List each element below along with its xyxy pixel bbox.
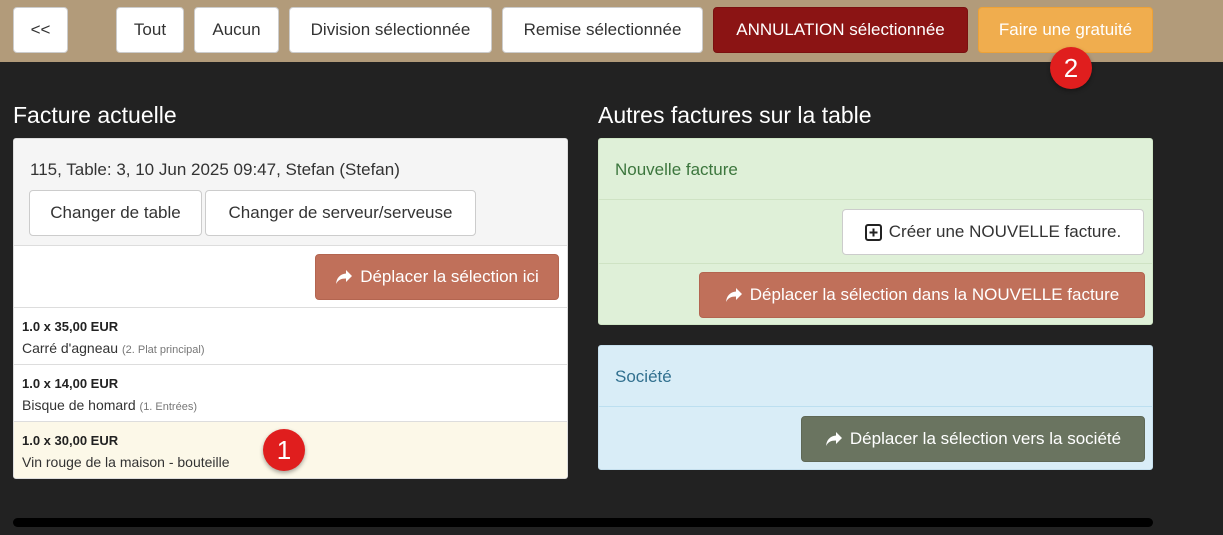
cancel-selected-button[interactable]: ANNULATION sélectionnée: [713, 7, 968, 53]
create-new-invoice-label: Créer une NOUVELLE facture.: [888, 222, 1122, 241]
select-none-button[interactable]: Aucun: [194, 7, 279, 53]
change-table-button[interactable]: Changer de table: [29, 190, 202, 236]
discount-selected-button[interactable]: Remise sélectionnée: [502, 7, 703, 53]
move-to-new-invoice-button[interactable]: Déplacer la sélection dans la NOUVELLE f…: [699, 272, 1145, 318]
move-to-company-button[interactable]: Déplacer la sélection vers la société: [801, 416, 1145, 462]
select-all-button[interactable]: Tout: [116, 7, 184, 53]
invoice-line-item[interactable]: 1.0 x 14,00 EUR Bisque de homard (1. Ent…: [14, 364, 567, 421]
item-name: Bisque de homard: [22, 397, 136, 413]
company-heading: Société: [615, 367, 672, 386]
other-invoices-title: Autres factures sur la table: [598, 102, 872, 128]
create-new-invoice-button[interactable]: Créer une NOUVELLE facture.: [842, 209, 1144, 255]
annotation-badge-2: 2: [1050, 47, 1092, 89]
split-selected-button[interactable]: Division sélectionnée: [289, 7, 492, 53]
share-arrow-icon: [725, 287, 743, 303]
new-invoice-panel: Nouvelle facture Créer une NOUVELLE fact…: [598, 138, 1153, 325]
back-button[interactable]: <<: [13, 7, 68, 53]
plus-square-icon: [864, 223, 882, 241]
move-selection-here-button[interactable]: Déplacer la sélection ici: [315, 254, 559, 300]
divider: [599, 263, 1152, 264]
action-toolbar: << Tout Aucun Division sélectionnée Remi…: [0, 0, 1223, 62]
company-header: Société: [599, 346, 1152, 407]
make-free-button[interactable]: Faire une gratuité: [978, 7, 1153, 53]
item-name: Carré d'agneau: [22, 340, 119, 356]
change-server-button[interactable]: Changer de serveur/serveuse: [205, 190, 476, 236]
horizontal-scrollbar[interactable]: [13, 518, 1153, 527]
current-invoice-title: Facture actuelle: [13, 102, 177, 128]
company-panel: Société Déplacer la sélection vers la so…: [598, 345, 1153, 470]
share-arrow-icon: [825, 431, 843, 447]
invoice-line-item[interactable]: 1.0 x 35,00 EUR Carré d'agneau (2. Plat …: [14, 307, 567, 364]
move-selection-here-label: Déplacer la sélection ici: [360, 267, 539, 286]
annotation-badge-1: 1: [263, 429, 305, 471]
item-name: Vin rouge de la maison - bouteille: [22, 454, 230, 470]
share-arrow-icon: [335, 269, 353, 285]
new-invoice-heading: Nouvelle facture: [615, 160, 738, 179]
invoice-info: 115, Table: 3, 10 Jun 2025 09:47, Stefan…: [30, 160, 400, 179]
invoice-header: 115, Table: 3, 10 Jun 2025 09:47, Stefan…: [14, 139, 567, 246]
new-invoice-header: Nouvelle facture: [599, 139, 1152, 200]
move-to-new-invoice-label: Déplacer la sélection dans la NOUVELLE f…: [749, 285, 1120, 304]
current-invoice-panel: 115, Table: 3, 10 Jun 2025 09:47, Stefan…: [13, 138, 568, 479]
move-to-company-label: Déplacer la sélection vers la société: [849, 429, 1122, 448]
item-category: (2. Plat principal): [121, 344, 205, 356]
item-qty-price: 1.0 x 14,00 EUR: [22, 376, 119, 391]
item-qty-price: 1.0 x 35,00 EUR: [22, 319, 119, 334]
item-category: (1. Entrées): [139, 401, 197, 413]
